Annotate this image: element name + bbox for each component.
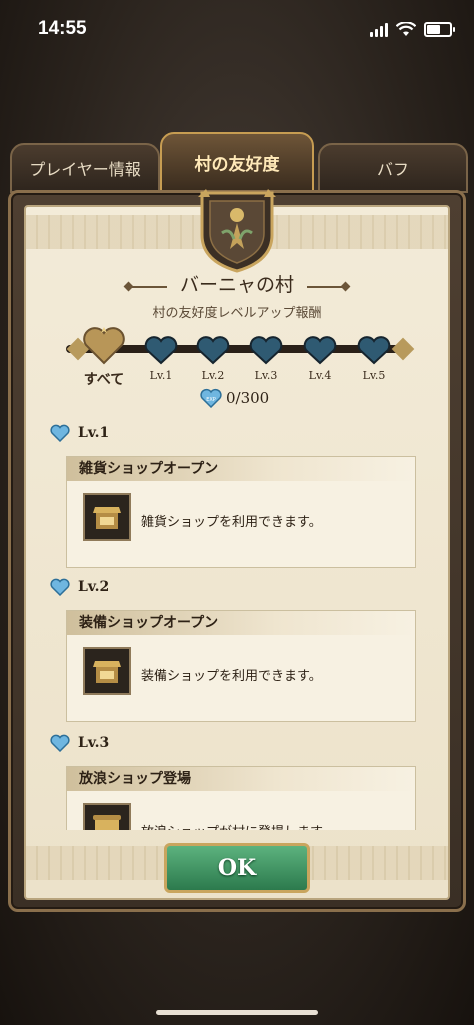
exp-display: EXP 0/300 xyxy=(200,388,269,408)
home-indicator[interactable] xyxy=(156,1010,318,1015)
heart-all-icon[interactable] xyxy=(82,325,126,365)
level-heart-icon xyxy=(50,578,70,596)
level-label-lv5[interactable]: Lv.5 xyxy=(344,369,404,382)
wifi-icon xyxy=(396,22,416,36)
village-title: バーニャの村 xyxy=(24,270,450,297)
heart-lv1-icon[interactable] xyxy=(144,335,178,365)
scroll-icon xyxy=(83,803,131,830)
level-label-lv1[interactable]: Lv.1 xyxy=(131,369,191,382)
reward-title: 装備ショップオープン xyxy=(67,611,415,635)
reward-level-header: Lv.3 xyxy=(50,734,109,752)
reward-card: 雑貨ショップオープン 雑貨ショップを利用できます。 xyxy=(66,456,416,568)
shop-stall-icon xyxy=(83,647,131,695)
reward-level-label: Lv.1 xyxy=(78,425,110,441)
tab-player-info[interactable]: プレイヤー情報 xyxy=(10,143,160,193)
reward-description: 装備ショップを利用できます。 xyxy=(141,669,322,684)
shop-stall-icon xyxy=(83,493,131,541)
level-heart-icon xyxy=(50,734,70,752)
reward-level-label: Lv.3 xyxy=(78,735,110,751)
reward-description: 放浪ショップが村に登場します。 xyxy=(141,821,335,830)
level-label-all[interactable]: すべて xyxy=(74,369,134,389)
level-heart-icon xyxy=(50,424,70,442)
heart-lv5-icon[interactable] xyxy=(357,335,391,365)
right-ornament xyxy=(307,285,348,288)
battery-icon xyxy=(424,22,455,37)
exp-badge-text: EXP xyxy=(206,397,216,403)
reward-title: 放浪ショップ登場 xyxy=(67,767,415,791)
heart-lv4-icon[interactable] xyxy=(303,335,337,365)
exp-value: 0/300 xyxy=(226,389,270,407)
reward-card: 装備ショップオープン 装備ショップを利用できます。 xyxy=(66,610,416,722)
ok-button[interactable]: OK xyxy=(164,843,310,893)
heart-lv2-icon[interactable] xyxy=(196,335,230,365)
left-ornament xyxy=(126,285,167,288)
heart-lv3-icon[interactable] xyxy=(249,335,283,365)
reward-level-header: Lv.1 xyxy=(50,424,109,442)
reward-level-header: Lv.2 xyxy=(50,578,109,596)
village-emblem-icon xyxy=(198,189,276,273)
reward-list[interactable]: Lv.1 雑貨ショップオープン 雑貨ショップを利用できます。 Lv.2 装備ショ… xyxy=(40,418,434,830)
reward-subtitle: 村の友好度レベルアップ報酬 xyxy=(152,306,322,321)
level-label-lv2[interactable]: Lv.2 xyxy=(183,369,243,382)
level-label-lv4[interactable]: Lv.4 xyxy=(290,369,350,382)
status-icons xyxy=(370,22,455,37)
tab-buff[interactable]: バフ xyxy=(318,143,468,193)
signal-icon xyxy=(370,22,388,37)
status-bar: 14:55 xyxy=(0,0,474,60)
reward-description: 雑貨ショップを利用できます。 xyxy=(141,515,322,530)
village-name: バーニャの村 xyxy=(179,274,294,296)
exp-heart-icon: EXP xyxy=(200,388,222,408)
reward-title: 雑貨ショップオープン xyxy=(67,457,415,481)
status-time: 14:55 xyxy=(38,18,87,39)
reward-card: 放浪ショップ登場 放浪ショップが村に登場します。 xyxy=(66,766,416,830)
reward-level-label: Lv.2 xyxy=(78,579,110,595)
level-label-lv3[interactable]: Lv.3 xyxy=(236,369,296,382)
